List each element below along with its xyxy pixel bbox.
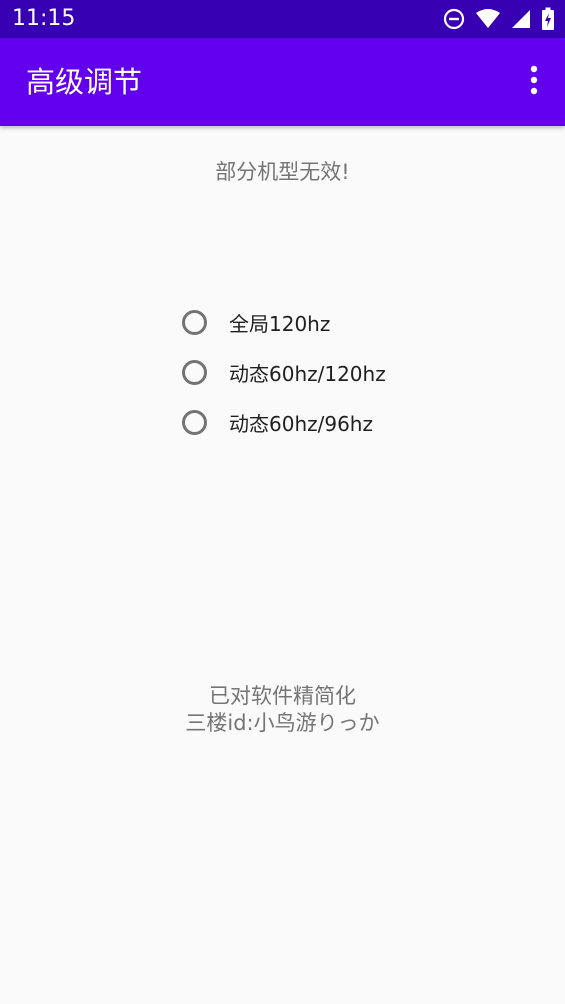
radio-option-dynamic-60-120hz[interactable]: 动态60hz/120hz bbox=[181, 347, 481, 397]
status-time: 11:15 bbox=[12, 6, 76, 31]
credits-line-2: 三楼id:小鸟游りっか bbox=[185, 711, 380, 735]
do-not-disturb-icon bbox=[443, 8, 465, 30]
radio-option-global-120hz[interactable]: 全局120hz bbox=[181, 297, 481, 347]
radio-option-dynamic-60-96hz[interactable]: 动态60hz/96hz bbox=[181, 397, 481, 447]
status-icons bbox=[443, 6, 555, 32]
more-options-button[interactable] bbox=[517, 60, 551, 104]
refresh-rate-radio-group: 全局120hz 动态60hz/120hz 动态60hz/96hz bbox=[181, 297, 481, 447]
radio-button-icon[interactable] bbox=[182, 409, 207, 435]
radio-option-label: 全局120hz bbox=[229, 311, 331, 336]
signal-icon bbox=[511, 8, 531, 30]
status-bar: 11:15 bbox=[0, 0, 565, 38]
compatibility-notice: 部分机型无效! bbox=[215, 160, 350, 184]
radio-option-label: 动态60hz/120hz bbox=[229, 361, 386, 386]
app-bar: 高级调节 bbox=[0, 38, 565, 126]
credits-line-1: 已对软件精简化 bbox=[209, 684, 356, 708]
app-title: 高级调节 bbox=[26, 65, 143, 99]
wifi-icon bbox=[475, 8, 501, 30]
battery-charging-icon bbox=[541, 7, 555, 31]
credits-text: 已对软件精简化 三楼id:小鸟游りっか bbox=[0, 683, 565, 737]
radio-button-icon[interactable] bbox=[182, 359, 207, 385]
radio-option-label: 动态60hz/96hz bbox=[229, 411, 373, 436]
more-vert-icon bbox=[529, 65, 539, 99]
radio-button-icon[interactable] bbox=[182, 309, 207, 335]
